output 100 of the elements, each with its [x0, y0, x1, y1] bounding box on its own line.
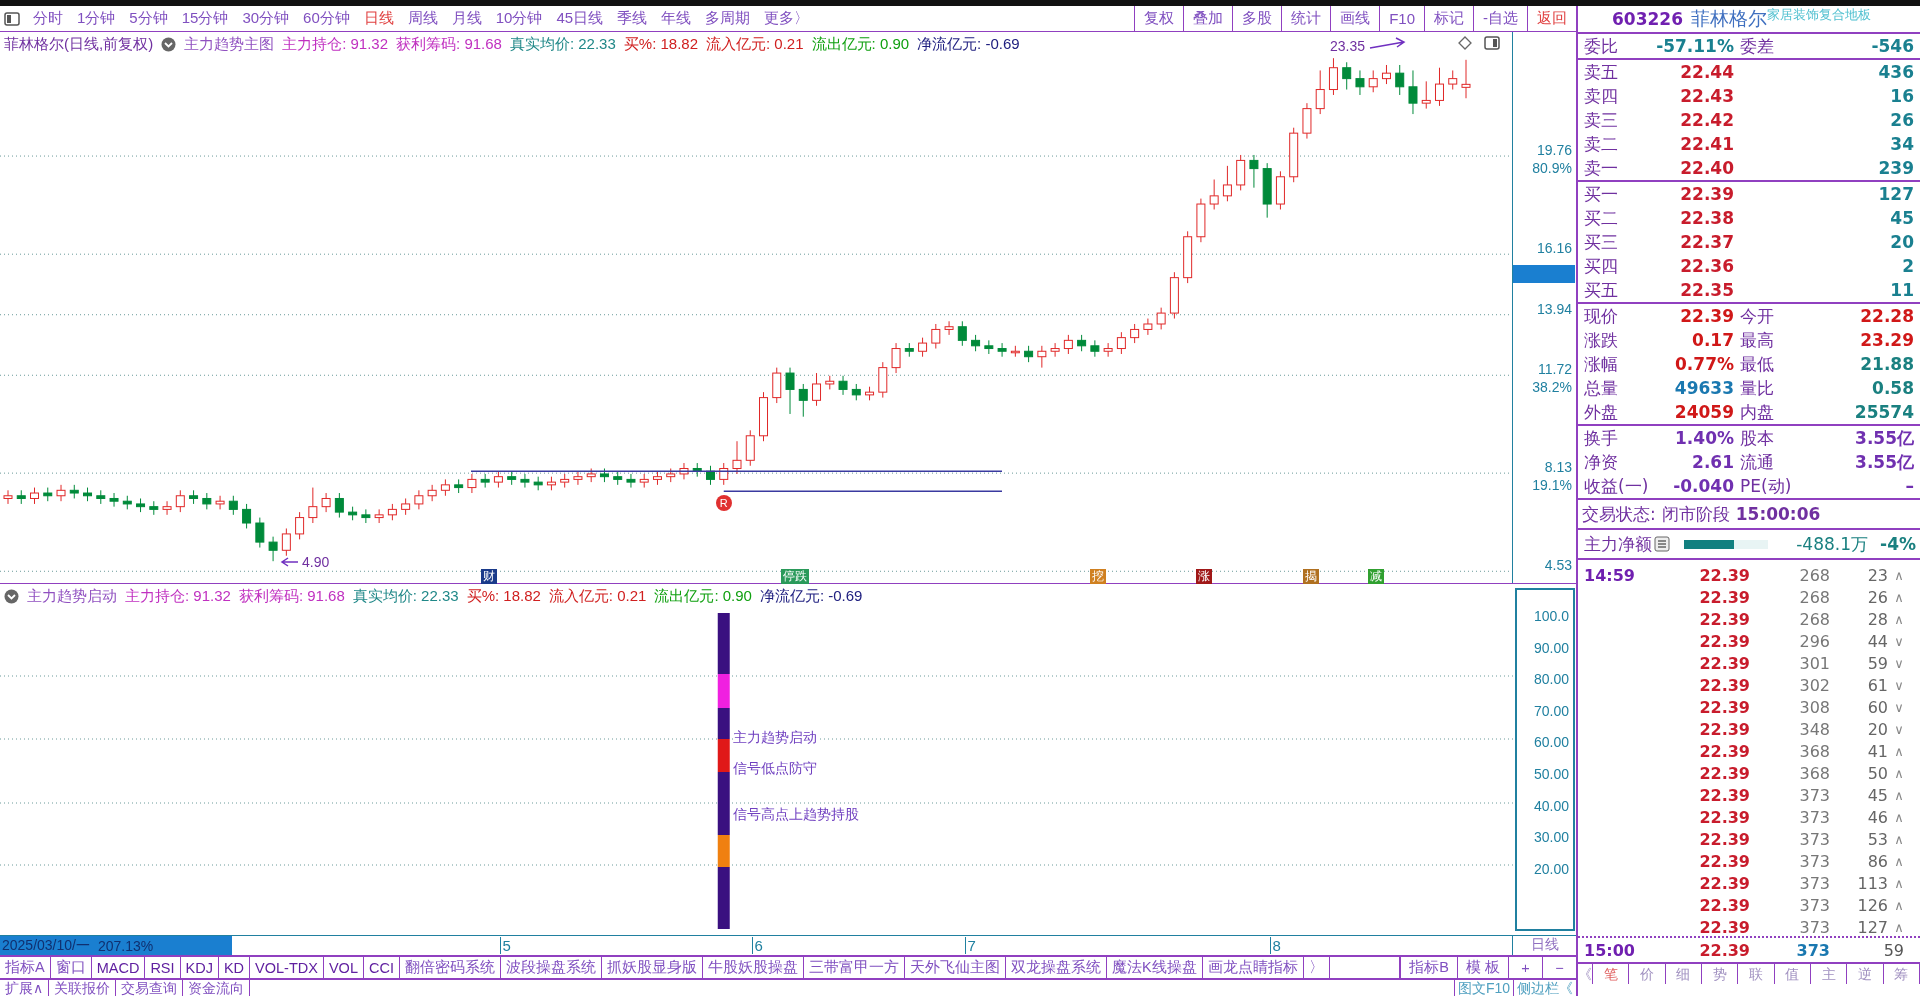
diamond-icon: [1458, 36, 1473, 50]
axis-label: 13.94: [1536, 300, 1572, 317]
candlestick: [255, 517, 265, 549]
candlestick: [825, 375, 835, 390]
bottom-link[interactable]: 资金流向: [183, 980, 251, 996]
period-tab[interactable]: 5分钟: [122, 9, 175, 28]
candlestick: [891, 342, 901, 374]
bottom-link[interactable]: 扩展∧: [0, 980, 50, 996]
candlestick: [984, 339, 994, 355]
panel-toggle-icon[interactable]: [4, 11, 20, 26]
list-icon: [1654, 536, 1670, 552]
candlestick: [242, 503, 252, 529]
quote-value: 3.55亿: [1854, 426, 1914, 450]
period-tab[interactable]: 多周期: [698, 9, 758, 28]
candlestick: [374, 508, 384, 524]
panel-tab[interactable]: 细: [1665, 964, 1702, 984]
dropdown-icon[interactable]: [161, 37, 177, 52]
quote-value: 0.77%: [1674, 354, 1734, 374]
side-link[interactable]: 侧边栏《: [1513, 980, 1576, 996]
panel-tab[interactable]: 势: [1702, 964, 1739, 984]
panel-toggle-icon[interactable]: [1484, 36, 1501, 50]
period-tab[interactable]: 日线: [356, 9, 401, 28]
period-tab[interactable]: 60分钟: [296, 9, 357, 28]
candlestick: [268, 536, 278, 562]
value-label: 207.13%: [97, 937, 154, 954]
panel-tab[interactable]: 笔: [1593, 964, 1630, 984]
bottom-link[interactable]: 关联报价: [49, 980, 117, 996]
panel-tab[interactable]: 主: [1810, 964, 1848, 984]
candlestick: [69, 484, 79, 499]
direction-mark: ∧: [1893, 567, 1905, 583]
candlestick: [1090, 339, 1100, 358]
tick-volume: 373: [1798, 785, 1830, 805]
tick-volume: 373: [1798, 851, 1830, 871]
status-time: 15:00:06: [1735, 504, 1821, 524]
sector-label: 家居装饰复合地板: [1767, 6, 1871, 22]
signal-label: 信号高点上趋势持股: [732, 806, 859, 824]
tick-count: 126: [1856, 895, 1888, 915]
tick-price: 22.39: [1698, 697, 1750, 717]
period-tab[interactable]: 10分钟: [488, 9, 550, 28]
tick-price: 22.39: [1698, 675, 1750, 695]
period-tab[interactable]: 分时: [26, 9, 70, 28]
panel-tab[interactable]: 值: [1774, 964, 1811, 984]
period-tab[interactable]: 更多〉: [757, 9, 817, 28]
period-tab[interactable]: 15分钟: [174, 9, 236, 28]
quote-value: 22.39: [1679, 306, 1734, 326]
period-label: 日线: [1512, 936, 1576, 955]
tick-count: 46: [1866, 807, 1888, 827]
panel-tab[interactable]: 筹: [1883, 964, 1920, 984]
tick-price: 22.39: [1698, 851, 1750, 871]
axis-label: 50.00: [1533, 766, 1569, 782]
side-link[interactable]: 图文F10: [1453, 980, 1513, 996]
tick-count: 113: [1856, 873, 1888, 893]
quote-label: 买三: [1584, 230, 1619, 254]
candlestick: [692, 462, 702, 478]
tick-time: 15:00: [1584, 940, 1636, 960]
pointer-arrow: [1369, 37, 1406, 49]
quote-value: 22.41: [1679, 134, 1734, 154]
dropdown-icon[interactable]: [4, 589, 19, 604]
candlestick: [149, 500, 159, 516]
quote-value: -0.040: [1672, 476, 1734, 496]
quote-label: 最高: [1739, 328, 1775, 352]
tick-count: 28: [1866, 609, 1888, 629]
period-tab[interactable]: 1分钟: [70, 9, 123, 28]
axis-label: 30.00: [1533, 829, 1569, 846]
period-tab[interactable]: 45日线: [549, 9, 611, 28]
quote-value: 22.35: [1679, 280, 1734, 300]
bottom-link[interactable]: 交易查询: [116, 980, 184, 996]
quote-label: 收益(一): [1584, 474, 1650, 498]
candlestick: [1408, 69, 1418, 115]
panel-tab[interactable]: 《: [1578, 964, 1593, 984]
period-tab[interactable]: 30分钟: [235, 9, 297, 28]
quote-value: -546: [1870, 36, 1914, 56]
candlestick: [56, 484, 66, 502]
candlestick: [348, 506, 358, 521]
axis-label: 11.72: [1538, 361, 1572, 378]
candlestick: [30, 487, 39, 505]
panel-tab[interactable]: 联: [1738, 964, 1775, 984]
signal-label: 信号低点防守: [732, 760, 817, 778]
tick-volume: 373: [1798, 873, 1830, 893]
candlestick: [1289, 127, 1299, 183]
candlestick: [1315, 69, 1325, 115]
quote-value: 2.61: [1691, 452, 1734, 472]
date-label: 2025/03/10/一: [2, 936, 90, 955]
period-tab[interactable]: 年线: [654, 9, 699, 28]
quote-value: 127: [1877, 184, 1914, 204]
quote-value: –: [1904, 476, 1914, 496]
panel-tab[interactable]: 逆: [1847, 964, 1884, 984]
axis-label: 100.0: [1533, 608, 1569, 624]
candlestick: [719, 462, 729, 486]
quote-value: 24059: [1673, 402, 1734, 422]
panel-tab[interactable]: 价: [1629, 964, 1666, 984]
axis-label: 8.13: [1544, 459, 1572, 476]
candlestick: [1156, 307, 1166, 330]
period-tab[interactable]: 周线: [400, 9, 445, 28]
candlestick: [1010, 345, 1020, 358]
period-tab[interactable]: 季线: [610, 9, 655, 28]
candlestick: [1368, 69, 1378, 93]
candlestick: [414, 489, 424, 510]
candlestick: [639, 473, 649, 489]
period-tab[interactable]: 月线: [444, 9, 489, 28]
